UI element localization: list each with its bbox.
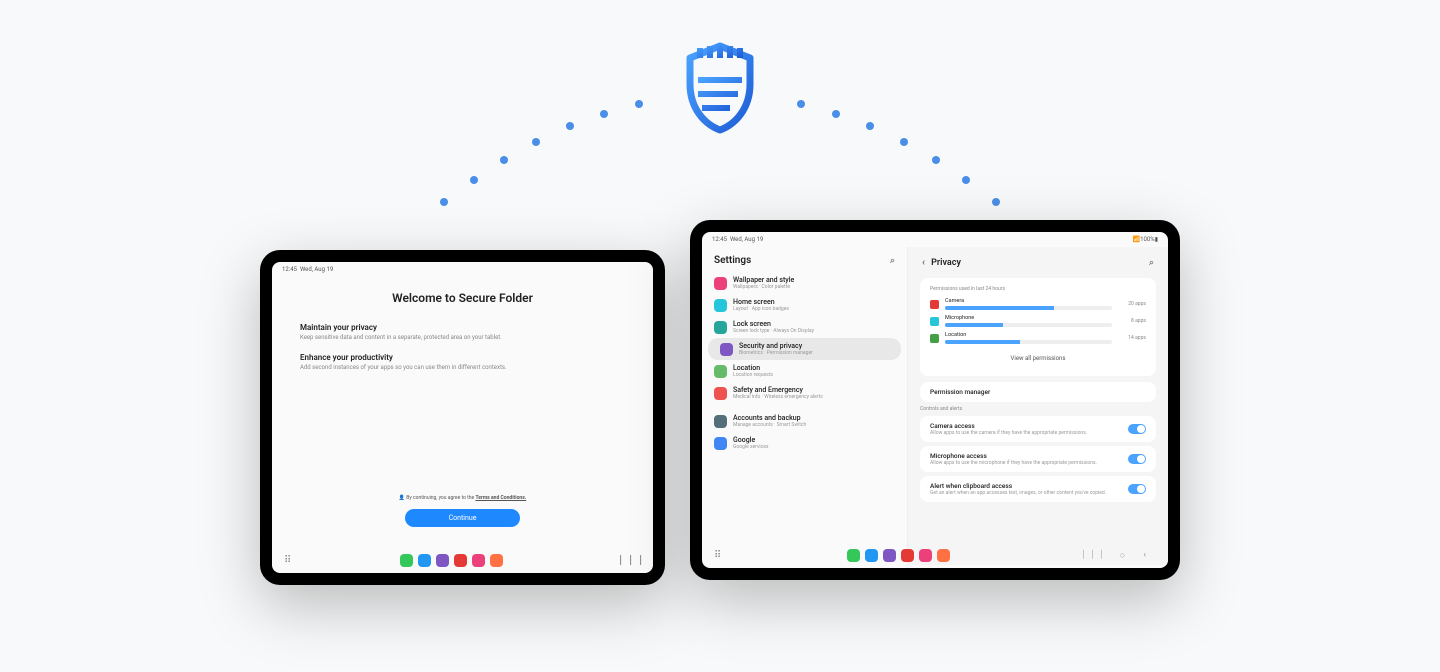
sidebar-item-google[interactable]: GoogleGoogle services xyxy=(702,432,907,454)
taskbar: ⠿ ⎹⎹⎹ ○ ‹ xyxy=(702,549,1168,562)
knox-shield-logo xyxy=(678,40,762,136)
wifi-icon: 📶 xyxy=(1133,236,1140,243)
sidebar-item-wallpaper-and-style[interactable]: Wallpaper and styleWallpapers · Color pa… xyxy=(702,272,907,294)
sidebar-item-icon xyxy=(714,437,727,450)
dock-apps xyxy=(400,554,503,567)
settings-detail-pane: ‹ Privacy ⌕ Permissions used in last 24 … xyxy=(908,247,1168,565)
perm-row-camera[interactable]: Camera20 apps xyxy=(930,298,1146,310)
sidebar-item-icon xyxy=(714,321,727,334)
back-icon[interactable]: ‹ xyxy=(922,257,925,268)
status-bar: 12:45 Wed, Aug 19 📶 100% ▮ xyxy=(702,232,1168,247)
recents-icon[interactable]: ⎹⎹⎹ xyxy=(611,555,641,566)
dock-app[interactable] xyxy=(901,549,914,562)
perm-row-microphone[interactable]: Microphone8 apps xyxy=(930,315,1146,327)
date: Wed, Aug 19 xyxy=(300,266,333,273)
toggle-switch[interactable] xyxy=(1128,424,1146,434)
sidebar-item-home-screen[interactable]: Home screenLayout · App icon badges xyxy=(702,294,907,316)
tablet-secure-folder: 12:45 Wed, Aug 19 Welcome to Secure Fold… xyxy=(260,250,665,585)
status-bar: 12:45 Wed, Aug 19 xyxy=(272,262,653,277)
sidebar-item-icon xyxy=(714,387,727,400)
privacy-heading: Privacy xyxy=(931,258,961,268)
sidebar-item-icon xyxy=(714,277,727,290)
terms-link[interactable]: Terms and Conditions. xyxy=(475,495,526,501)
battery-icon: ▮ xyxy=(1155,236,1158,243)
dock-app-news[interactable] xyxy=(454,554,467,567)
sidebar-item-icon xyxy=(714,415,727,428)
nav-back-icon[interactable]: ‹ xyxy=(1143,550,1146,561)
terms-text: 👤 By continuing, you agree to the Terms … xyxy=(272,495,653,501)
dock-app[interactable] xyxy=(847,549,860,562)
toggle-row-alert-when-clipboard-access[interactable]: Alert when clipboard accessGet an alert … xyxy=(920,476,1156,502)
toggle-row-camera-access[interactable]: Camera accessAllow apps to use the camer… xyxy=(920,416,1156,442)
dock-app-messages[interactable] xyxy=(418,554,431,567)
taskbar: ⠿ ⎹⎹⎹ xyxy=(272,554,653,567)
sidebar-item-icon xyxy=(720,343,733,356)
nav-home-icon[interactable]: ○ xyxy=(1120,550,1125,561)
settings-sidebar: Settings ⌕ Wallpaper and styleWallpapers… xyxy=(702,247,908,565)
person-icon: 👤 xyxy=(399,495,405,501)
dock-app[interactable] xyxy=(883,549,896,562)
permissions-usage-card: Permissions used in last 24 hours Camera… xyxy=(920,278,1156,376)
dock-app-phone[interactable] xyxy=(400,554,413,567)
continue-button[interactable]: Continue xyxy=(405,509,521,527)
dock-app-music[interactable] xyxy=(472,554,485,567)
dock-app[interactable] xyxy=(919,549,932,562)
section-productivity: Enhance your productivity Add second ins… xyxy=(300,353,625,371)
toggle-switch[interactable] xyxy=(1128,484,1146,494)
secure-folder-title: Welcome to Secure Folder xyxy=(272,291,653,305)
dock-app[interactable] xyxy=(865,549,878,562)
sidebar-item-icon xyxy=(714,365,727,378)
section-privacy: Maintain your privacy Keep sensitive dat… xyxy=(300,323,625,341)
view-all-permissions-link[interactable]: View all permissions xyxy=(930,349,1146,368)
sidebar-item-location[interactable]: LocationLocation requests xyxy=(702,360,907,382)
toggle-switch[interactable] xyxy=(1128,454,1146,464)
permission-manager-row[interactable]: Permission manager xyxy=(920,382,1156,402)
app-drawer-icon[interactable]: ⠿ xyxy=(714,550,721,561)
toggle-row-microphone-access[interactable]: Microphone accessAllow apps to use the m… xyxy=(920,446,1156,472)
sidebar-item-lock-screen[interactable]: Lock screenScreen lock type · Always On … xyxy=(702,316,907,338)
app-drawer-icon[interactable]: ⠿ xyxy=(284,555,291,566)
sidebar-item-safety-and-emergency[interactable]: Safety and EmergencyMedical info · Wirel… xyxy=(702,382,907,404)
perm-icon xyxy=(930,317,939,326)
dock-app-video[interactable] xyxy=(490,554,503,567)
perm-row-location[interactable]: Location14 apps xyxy=(930,332,1146,344)
sidebar-item-security-and-privacy[interactable]: Security and privacyBiometrics · Permiss… xyxy=(708,338,901,360)
tablet-settings-privacy: 12:45 Wed, Aug 19 📶 100% ▮ Settings ⌕ Wa… xyxy=(690,220,1180,580)
search-icon[interactable]: ⌕ xyxy=(890,256,895,266)
battery-text: 100% xyxy=(1140,236,1155,243)
perm-icon xyxy=(930,334,939,343)
dock-app-browser[interactable] xyxy=(436,554,449,567)
settings-heading: Settings xyxy=(714,255,751,266)
sidebar-item-accounts-and-backup[interactable]: Accounts and backupManage accounts · Sma… xyxy=(702,410,907,432)
sidebar-item-icon xyxy=(714,299,727,312)
dock-app[interactable] xyxy=(937,549,950,562)
perm-icon xyxy=(930,300,939,309)
search-icon[interactable]: ⌕ xyxy=(1149,258,1154,268)
clock: 12:45 xyxy=(282,266,297,273)
nav-recents-icon[interactable]: ⎹⎹⎹ xyxy=(1075,550,1102,561)
